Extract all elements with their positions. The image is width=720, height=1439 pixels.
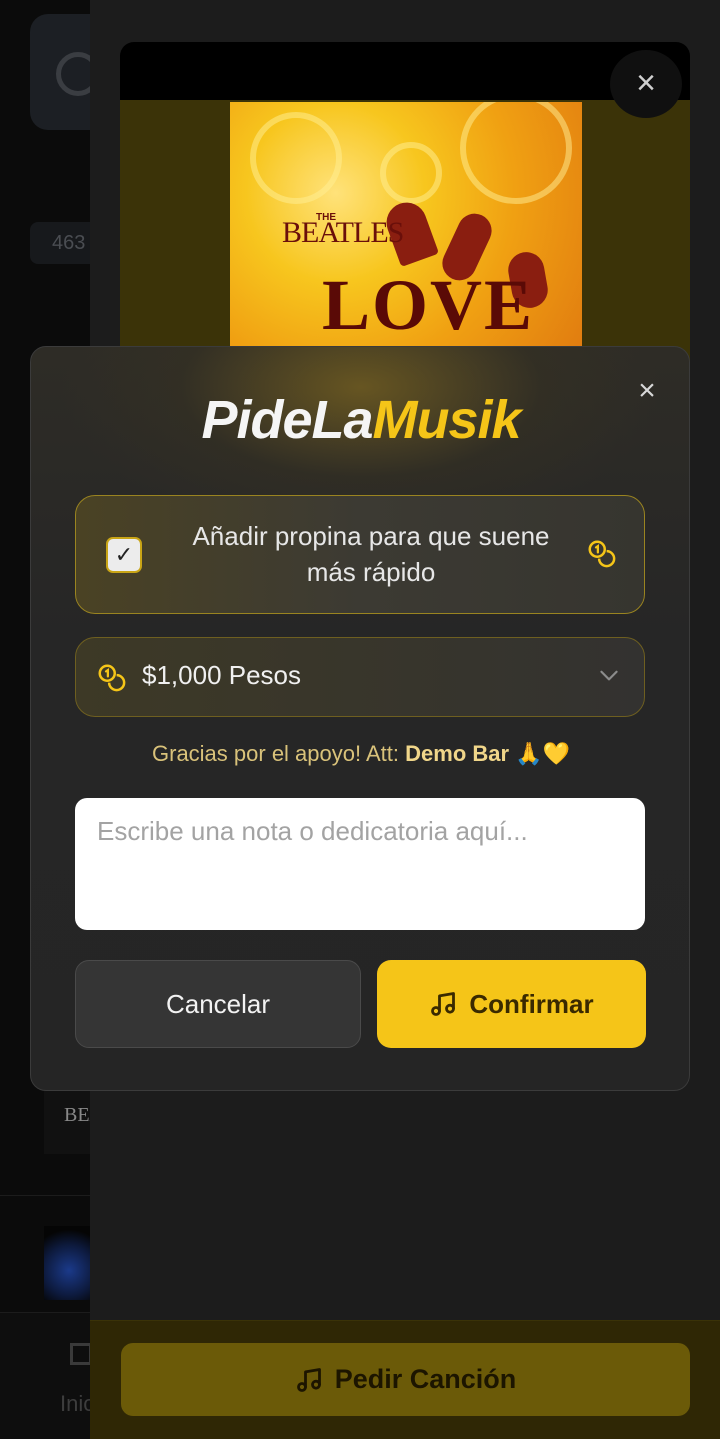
thanks-message: Gracias por el apoyo! Att: Demo Bar 🙏💛 <box>31 741 691 767</box>
coins-icon <box>588 540 616 568</box>
divider <box>0 1195 90 1196</box>
chevron-down-icon <box>600 670 618 681</box>
dedication-note-input[interactable] <box>75 798 645 930</box>
brand-part1: PideLa <box>201 390 373 450</box>
tip-amount-value: $1,000 Pesos <box>142 660 302 690</box>
confirm-button[interactable]: Confirmar <box>377 960 646 1048</box>
song-thumbnail[interactable] <box>44 1226 94 1300</box>
music-note-icon <box>431 992 456 1016</box>
tip-amount-select[interactable]: $1,000 Pesos <box>75 637 645 717</box>
cover-title-text: LOVE <box>322 265 535 345</box>
cancel-label: Cancelar <box>165 988 271 1019</box>
album-cover: THE BEATLES LOVE <box>230 102 582 362</box>
coins-icon <box>98 664 126 692</box>
brand-logo: PideLaMusik <box>31 389 691 451</box>
tip-option-label: Añadir propina para que suene más rápido <box>192 521 550 587</box>
cover-burst <box>460 102 572 204</box>
request-song-label: Pedir Canción <box>334 1364 517 1394</box>
close-sheet-button[interactable]: × <box>610 50 682 118</box>
brand-part2: Musik <box>372 390 522 450</box>
venue-name: Demo Bar <box>405 741 510 766</box>
bottom-nav: Inicio <box>0 1312 111 1439</box>
cover-burst <box>250 112 342 204</box>
home-icon[interactable] <box>70 1343 92 1365</box>
cover-band-text: BEATLES <box>282 216 404 249</box>
song-thumbnail[interactable]: BEAT <box>44 1090 94 1154</box>
tip-modal: × PideLaMusik ✓ Añadir propina para que … <box>30 346 690 1091</box>
checkmark-icon: ✓ <box>114 542 134 567</box>
request-song-button[interactable]: Pedir Canción <box>121 1343 690 1416</box>
cancel-button[interactable]: Cancelar <box>75 960 361 1048</box>
tip-checkbox[interactable]: ✓ <box>106 537 142 573</box>
cover-burst <box>380 142 442 204</box>
close-icon: × <box>636 64 656 102</box>
thanks-emoji: 🙏💛 <box>515 741 570 766</box>
thanks-prefix: Gracias por el apoyo! Att: <box>152 741 400 766</box>
music-note-icon <box>296 1367 321 1392</box>
tip-option[interactable]: ✓ Añadir propina para que suene más rápi… <box>75 495 645 614</box>
confirm-label: Confirmar <box>469 988 594 1019</box>
